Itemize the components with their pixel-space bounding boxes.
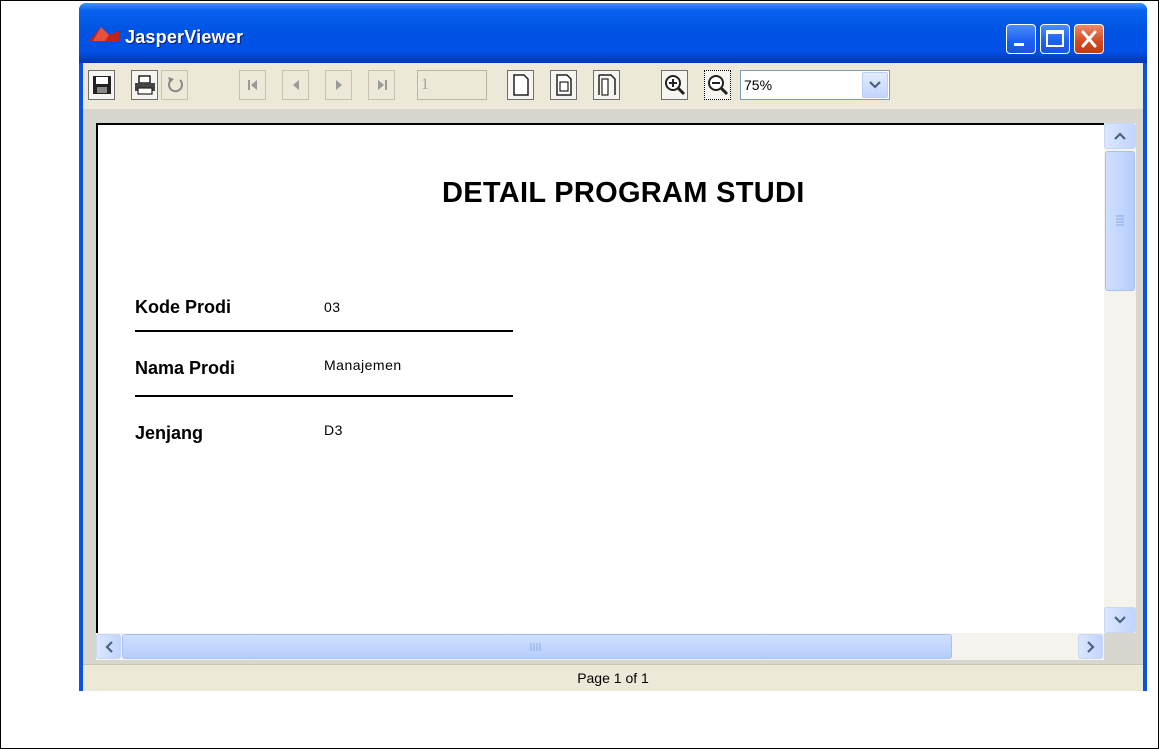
- kode-prodi-value: 03: [324, 299, 341, 315]
- jenjang-label: Jenjang: [135, 423, 204, 443]
- scroll-left-button[interactable]: [96, 634, 121, 659]
- chevron-down-icon: [869, 81, 881, 89]
- vertical-scrollbar[interactable]: [1104, 123, 1136, 633]
- report-viewport: DETAIL PROGRAM STUDI Kode Prodi 03 Nama …: [83, 109, 1143, 664]
- next-page-button[interactable]: [325, 70, 352, 100]
- actual-size-icon: [512, 74, 529, 96]
- reload-icon: [167, 77, 183, 93]
- first-page-icon: [247, 80, 257, 90]
- zoom-select[interactable]: 75%: [740, 70, 890, 100]
- maximize-button[interactable]: [1040, 24, 1070, 54]
- zoom-value: 75%: [744, 77, 773, 93]
- title-bar[interactable]: JasperViewer: [79, 3, 1147, 63]
- last-page-icon: [377, 80, 387, 90]
- page-number-input[interactable]: 1: [417, 70, 487, 100]
- nama-prodi-label: Nama Prodi: [135, 358, 236, 378]
- save-button[interactable]: [88, 70, 115, 100]
- last-page-button[interactable]: [368, 70, 395, 100]
- actual-size-button[interactable]: [507, 70, 534, 100]
- fit-width-icon: [597, 74, 616, 96]
- previous-page-button[interactable]: [282, 70, 309, 100]
- zoom-out-button[interactable]: [704, 70, 731, 100]
- fit-page-icon: [555, 74, 572, 96]
- horizontal-scroll-thumb[interactable]: [122, 634, 952, 659]
- close-button[interactable]: [1074, 24, 1104, 54]
- zoom-in-button[interactable]: [661, 70, 688, 100]
- jasper-viewer-window: JasperViewer 1 75% DETAIL PROGRAM STUDI …: [79, 3, 1147, 691]
- minimize-button[interactable]: [1006, 24, 1036, 54]
- maximize-icon: [1046, 30, 1064, 47]
- kode-prodi-label: Kode Prodi: [135, 297, 232, 317]
- fit-width-button[interactable]: [593, 70, 620, 100]
- toolbar: 1 75%: [83, 63, 1143, 109]
- grip-icon: [530, 643, 541, 651]
- zoom-dropdown-button[interactable]: [862, 72, 888, 98]
- first-page-button[interactable]: [239, 70, 266, 100]
- page-status: Page 1 of 1: [577, 670, 649, 686]
- vertical-scroll-thumb[interactable]: [1105, 151, 1135, 291]
- jenjang-value: D3: [324, 422, 343, 438]
- horizontal-scrollbar[interactable]: [96, 633, 1104, 660]
- minimize-icon: [1014, 43, 1024, 46]
- scroll-right-button[interactable]: [1078, 634, 1103, 659]
- chevron-down-icon: [1114, 616, 1126, 624]
- print-icon: [134, 75, 155, 95]
- reload-button[interactable]: [161, 70, 188, 100]
- jasper-logo-icon: [89, 27, 119, 41]
- chevron-up-icon: [1114, 132, 1126, 140]
- print-button[interactable]: [131, 70, 158, 100]
- divider-line: [135, 395, 513, 397]
- grip-icon: [1116, 215, 1124, 226]
- report-title: DETAIL PROGRAM STUDI: [442, 177, 805, 209]
- divider-line: [135, 330, 513, 332]
- report-page: DETAIL PROGRAM STUDI Kode Prodi 03 Nama …: [96, 123, 1104, 633]
- save-icon: [92, 76, 111, 94]
- fit-page-button[interactable]: [550, 70, 577, 100]
- window-title: JasperViewer: [125, 27, 244, 47]
- nama-prodi-value: Manajemen: [324, 357, 402, 373]
- chevron-right-icon: [1086, 640, 1095, 653]
- status-bar: Page 1 of 1: [83, 664, 1143, 691]
- scroll-down-button[interactable]: [1104, 607, 1136, 633]
- next-page-icon: [335, 80, 342, 90]
- zoom-in-icon: [664, 75, 685, 96]
- zoom-out-icon: [707, 75, 728, 96]
- chevron-left-icon: [104, 640, 113, 653]
- scroll-up-button[interactable]: [1104, 123, 1136, 149]
- close-icon: [1081, 30, 1097, 48]
- previous-page-icon: [292, 80, 299, 90]
